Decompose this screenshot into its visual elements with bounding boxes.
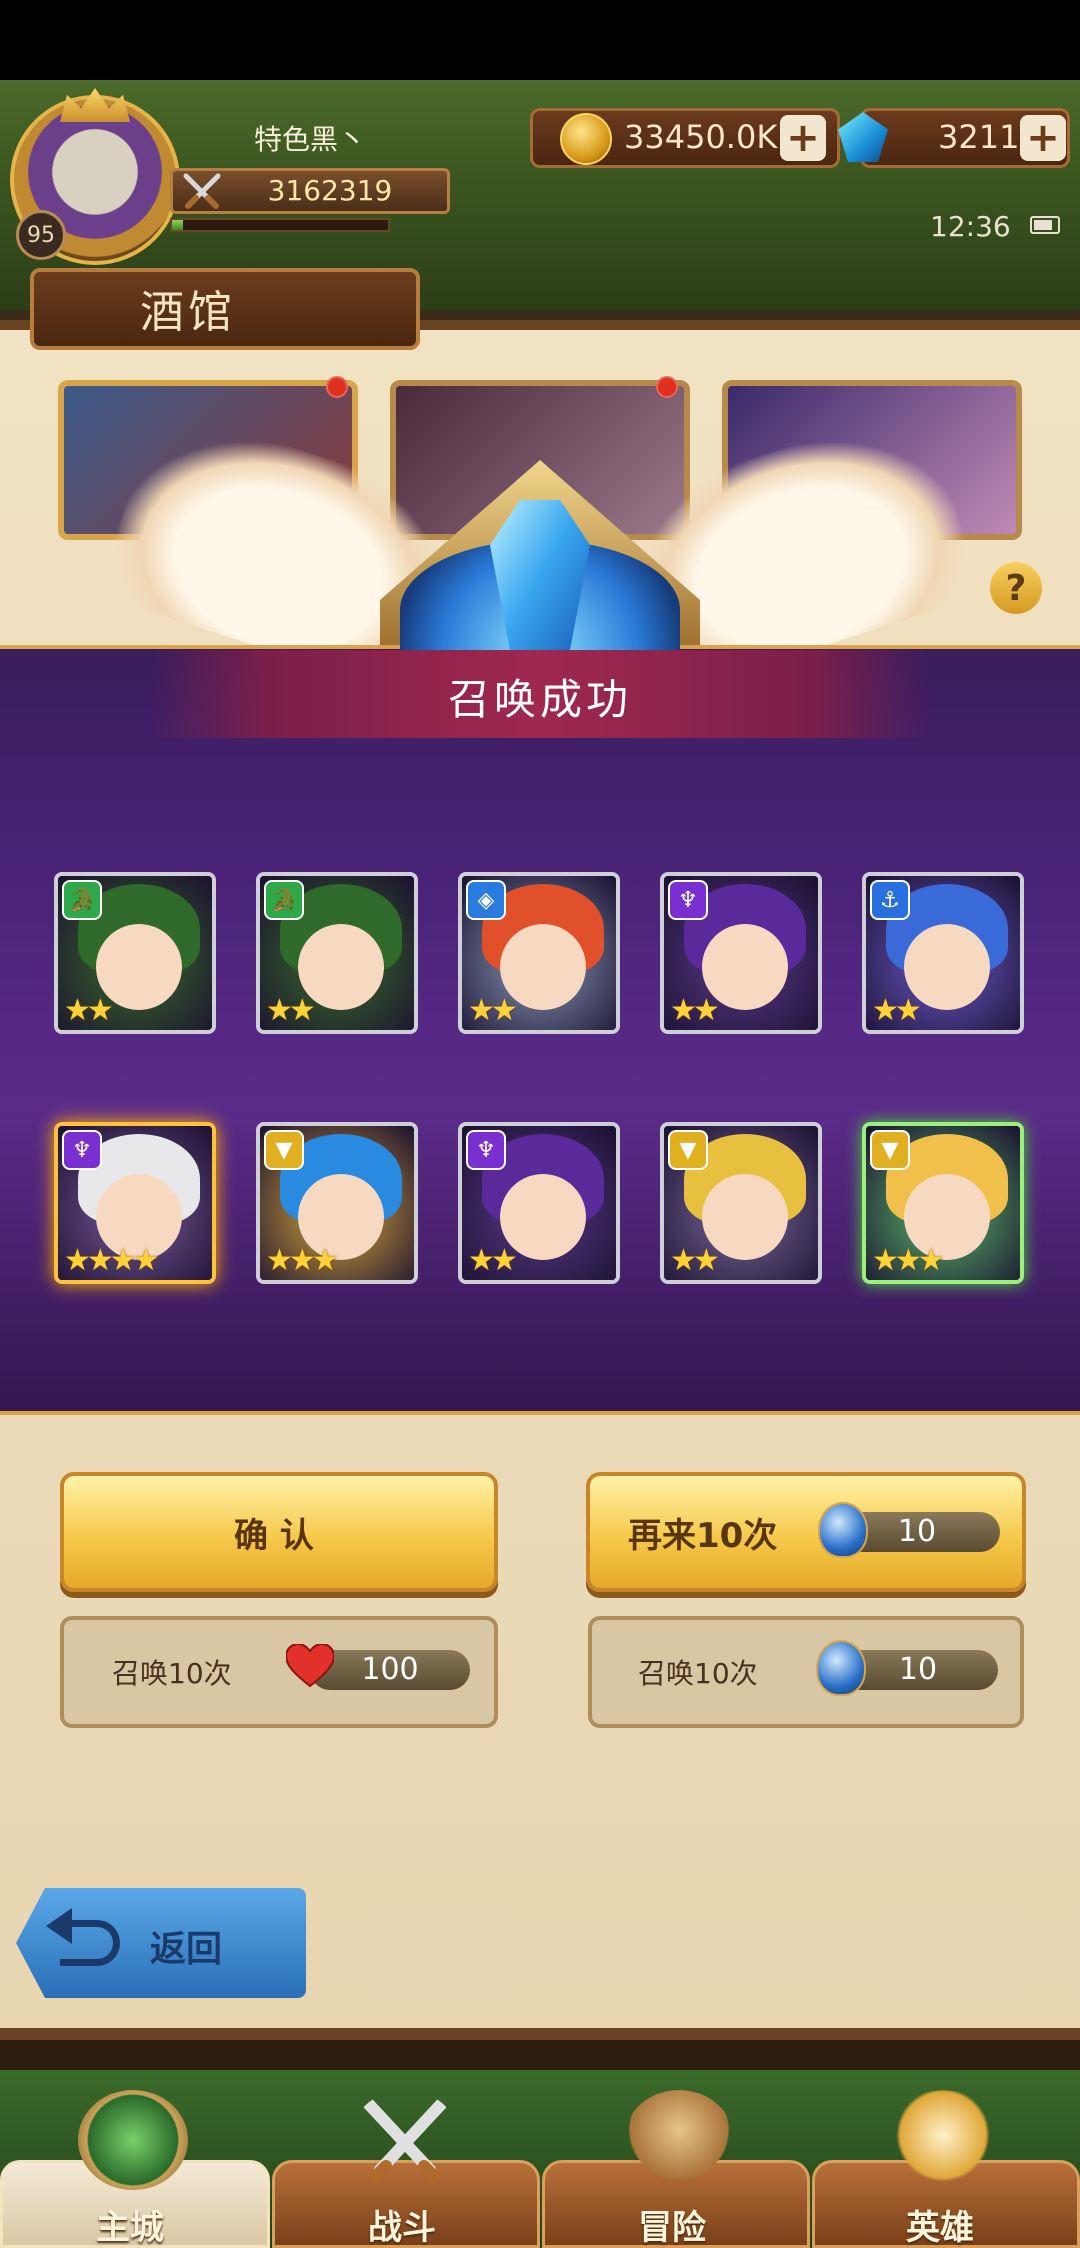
power-value: 3162319 [267,174,393,207]
summon-success-title: 召唤成功 [447,675,632,724]
add-gold-button[interactable]: + [780,115,826,161]
exp-fill [172,220,183,230]
nav-label-heroes: 英雄 [906,2208,974,2248]
hero-card[interactable]: ▼ ★★ [660,1122,822,1284]
light-faction-icon: ▼ [668,1130,708,1170]
nav-label-main-city: 主城 [96,2208,164,2248]
gold-coin-icon [560,113,612,165]
hero-card[interactable]: ♆ ★★ [458,1122,620,1284]
main-city-icon [78,2090,188,2190]
nav-label-adventure: 冒险 [638,2208,706,2248]
heart-icon [286,1644,334,1688]
game-scene: 95 特色黑丶 3162319 33450.0K + 3211 + 12:36 … [0,0,1080,2248]
confirm-label: 确 认 [234,1516,314,1556]
adventure-map-icon [624,2090,734,2190]
light-faction-icon: ▼ [870,1130,910,1170]
exp-bar [170,218,390,232]
dark-faction-icon: ♆ [668,880,708,920]
add-gems-button[interactable]: + [1020,115,1066,161]
summon-egg-icon [816,1640,866,1696]
hero-star-rating: ★★ [64,993,114,1028]
nav-label-battle: 战斗 [368,2208,436,2248]
water-faction-icon: ◈ [466,880,506,920]
tavern-title: 酒馆 [140,287,236,338]
player-name: 特色黑丶 [253,123,366,156]
hero-star-rating: ★★★ [266,1243,339,1278]
notification-dot [656,376,678,398]
hero-card[interactable]: ♆ ★★★★ [54,1122,216,1284]
clock: 12:36 [930,210,1011,243]
battery-icon [1030,216,1060,234]
summon-10-heart-label: 召唤10次 [112,1657,232,1690]
status-bar [0,0,1080,80]
nature-faction-icon: 🐊 [264,880,304,920]
hero-card[interactable]: 🐊 ★★ [54,872,216,1034]
help-button[interactable]: ? [990,562,1042,614]
hero-star-rating: ★★ [670,1243,720,1278]
hero-card[interactable]: ♆ ★★ [660,872,822,1034]
crossed-swords-nav-icon [359,2094,451,2188]
gem-value: 3211 [938,118,1020,156]
crossed-swords-icon [183,173,221,209]
hero-card[interactable]: ▼ ★★★ [862,1122,1024,1284]
dark-faction-icon: ♆ [62,1130,102,1170]
return-arrow-head [46,1908,72,1944]
summon-again-label: 再来10次 [628,1516,778,1556]
notification-dot [326,376,348,398]
hero-star-rating: ★★★★ [64,1243,160,1278]
hero-star-rating: ★★ [468,1243,518,1278]
summon-10-egg-label: 召唤10次 [638,1657,758,1690]
back-label: 返回 [150,1929,223,1970]
hero-crest-icon [888,2090,998,2190]
hero-card[interactable]: 🐊 ★★ [256,872,418,1034]
gold-value: 33450.0K [624,118,778,156]
light-faction-icon: ▼ [264,1130,304,1170]
player-level-badge: 95 [16,210,66,260]
hero-card[interactable]: ⚓ ★★ [862,872,1024,1034]
hero-star-rating: ★★★ [872,1243,945,1278]
dark-faction-icon: ♆ [466,1130,506,1170]
hero-star-rating: ★★ [266,993,316,1028]
hero-card[interactable]: ▼ ★★★ [256,1122,418,1284]
hero-star-rating: ★★ [670,993,720,1028]
hero-card[interactable]: ◈ ★★ [458,872,620,1034]
sea-faction-icon: ⚓ [870,880,910,920]
nature-faction-icon: 🐊 [62,880,102,920]
summon-10-heart-cost: 100 [310,1650,470,1690]
hero-star-rating: ★★ [468,993,518,1028]
summon-egg-icon [818,1502,868,1558]
hero-star-rating: ★★ [872,993,922,1028]
